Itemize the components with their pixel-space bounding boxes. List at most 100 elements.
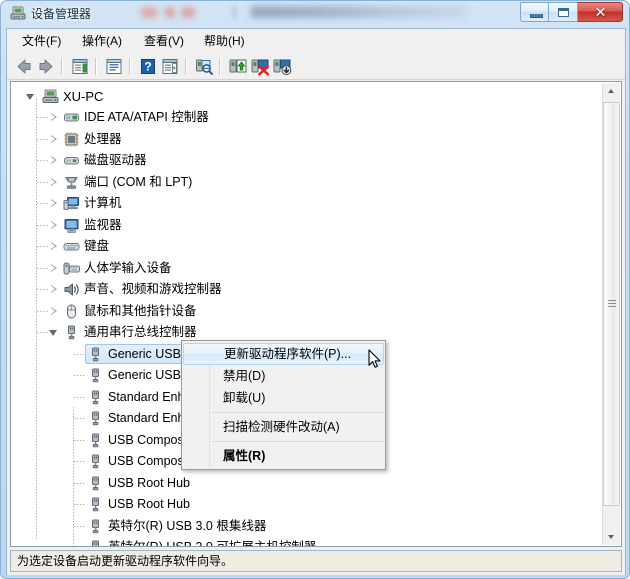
toolbar: ?	[7, 53, 625, 80]
usb-device-icon	[87, 518, 104, 535]
ctx-disable[interactable]: 禁用(D)	[182, 365, 385, 387]
expander-collapsed[interactable]	[49, 242, 59, 252]
usb-device-icon	[87, 539, 104, 546]
tree-node-label: 英特尔(R) USB 3.0 根集线器	[108, 518, 267, 533]
tree-node-label: 通用串行总线控制器	[84, 325, 197, 339]
show-hide-console-tree-button[interactable]	[69, 56, 91, 77]
usb-controller-icon	[63, 324, 80, 341]
device-tree-pane[interactable]: XU-PC IDE ATA/ATAPI 控制器 处理器 磁盘驱动器 端口 (COM 和…	[10, 81, 622, 547]
uninstall-device-button[interactable]	[249, 56, 271, 77]
expander-collapsed[interactable]	[49, 177, 59, 188]
tree-node-label: 英特尔(R) USB 3.0 可扩展主机控制器	[108, 539, 316, 546]
tree-connector-line	[37, 138, 48, 140]
tree-node-label: 监视器	[84, 217, 122, 232]
expander-collapsed[interactable]	[49, 199, 59, 209]
tree-node-label: USB Root Hub	[108, 475, 190, 490]
tree-connector-line	[37, 310, 48, 312]
toolbar-separator-5	[219, 58, 221, 75]
menu-bar: 文件(F) 操作(A) 查看(V) 帮助(H)	[7, 29, 625, 54]
forward-button[interactable]	[35, 56, 57, 77]
usb-device-icon	[87, 432, 104, 449]
usb-device-icon	[87, 496, 104, 513]
toolbar-separator-3	[129, 58, 131, 75]
expander-collapsed[interactable]	[49, 263, 59, 274]
tree-connector-line	[74, 482, 85, 484]
scrollbar-thumb[interactable]	[603, 102, 620, 506]
tree-node-label: USB Root Hub	[108, 497, 190, 511]
ctx-uninstall[interactable]: 卸载(U)	[182, 387, 385, 409]
tree-connector-line	[37, 289, 48, 290]
usb-device-icon	[87, 475, 104, 492]
ctx-scan-hardware[interactable]: 扫描检测硬件改动(A)	[182, 416, 385, 438]
close-button[interactable]: ✕	[578, 2, 623, 22]
client-area: 文件(F) 操作(A) 查看(V) 帮助(H) ? XU-PC IDE ATA/…	[6, 28, 626, 575]
show-hide-action-pane-button[interactable]	[159, 56, 181, 77]
toolbar-separator-1	[61, 58, 63, 75]
tree-connector-line	[74, 461, 85, 462]
tree-node-label: 鼠标和其他指针设备	[84, 303, 197, 318]
tree-connector-line	[37, 332, 48, 333]
keyboard-icon	[63, 238, 80, 255]
expander-collapsed[interactable]	[49, 306, 59, 317]
svg-text:?: ?	[144, 60, 151, 74]
usb-device-icon	[87, 410, 104, 427]
context-menu-separator	[212, 412, 384, 413]
expander-collapsed[interactable]	[49, 156, 59, 166]
tree-connector-line	[37, 246, 48, 247]
device-manager-window: 设备管理器 ✕ 文件(F) 操作(A) 查看(V) 帮助(H) ? XU-PC …	[0, 0, 630, 579]
help-button[interactable]: ?	[137, 56, 159, 77]
usb-device-icon	[87, 346, 104, 363]
tree-connector-line	[74, 353, 85, 355]
menu-help[interactable]: 帮助(H)	[197, 32, 252, 50]
tree-connector-line	[37, 267, 48, 269]
usb-device-icon	[87, 453, 104, 470]
tree-node-label: IDE ATA/ATAPI 控制器	[84, 110, 209, 124]
tree-node-label: 处理器	[84, 131, 122, 146]
mouse-icon	[63, 303, 80, 320]
expander-collapsed[interactable]	[49, 220, 59, 231]
tree-connector-line	[37, 224, 48, 226]
chevron-up-icon	[608, 89, 614, 93]
context-menu-separator	[212, 441, 384, 442]
minimize-button[interactable]	[520, 2, 549, 22]
tree-node-label: 磁盘驱动器	[84, 153, 147, 167]
title-bar[interactable]: 设备管理器 ✕	[1, 1, 629, 27]
scroll-down-button[interactable]	[603, 528, 620, 545]
chevron-down-icon	[608, 535, 614, 539]
back-button[interactable]	[13, 56, 35, 77]
processor-icon	[63, 131, 80, 148]
expander-collapsed[interactable]	[49, 285, 59, 295]
expander-collapsed[interactable]	[49, 113, 59, 123]
menu-file[interactable]: 文件(F)	[15, 32, 68, 50]
tree-connector-line	[74, 375, 85, 376]
restore-icon	[558, 8, 569, 17]
ctx-update-driver[interactable]: 更新驱动程序软件(P)...	[183, 343, 384, 365]
scroll-up-button[interactable]	[603, 83, 620, 100]
tree-connector-line	[74, 504, 85, 505]
tree-node-label: 端口 (COM 和 LPT)	[84, 174, 193, 189]
status-bar: 为选定设备启动更新驱动程序软件向导。	[10, 550, 622, 572]
minimize-icon	[530, 14, 543, 18]
port-icon	[63, 174, 80, 191]
tree-connector-line	[37, 181, 48, 183]
disable-device-button[interactable]	[271, 56, 293, 77]
scan-hardware-changes-button[interactable]	[193, 56, 215, 77]
ide-controller-icon	[63, 109, 80, 126]
ctx-properties[interactable]: 属性(R)	[182, 445, 385, 467]
tree-node-label: 声音、视频和游戏控制器	[84, 282, 222, 296]
expander-expanded[interactable]	[49, 328, 59, 338]
scrollbar-grip-icon	[608, 300, 616, 308]
properties-button[interactable]	[103, 56, 125, 77]
maximize-restore-button[interactable]	[549, 2, 578, 22]
usb-device-icon	[87, 367, 104, 384]
expander-root[interactable]	[26, 92, 36, 102]
vertical-scrollbar[interactable]	[602, 83, 620, 545]
expander-collapsed[interactable]	[49, 134, 59, 145]
menu-action[interactable]: 操作(A)	[75, 32, 129, 50]
close-icon: ✕	[594, 4, 607, 20]
update-driver-button[interactable]	[227, 56, 249, 77]
context-menu[interactable]: 更新驱动程序软件(P)... 禁用(D) 卸载(U) 扫描检测硬件改动(A) 属性(R)	[181, 340, 386, 470]
menu-view[interactable]: 查看(V)	[137, 32, 191, 50]
tree-node-label: 计算机	[84, 196, 122, 210]
tree-connector-line	[37, 160, 48, 161]
